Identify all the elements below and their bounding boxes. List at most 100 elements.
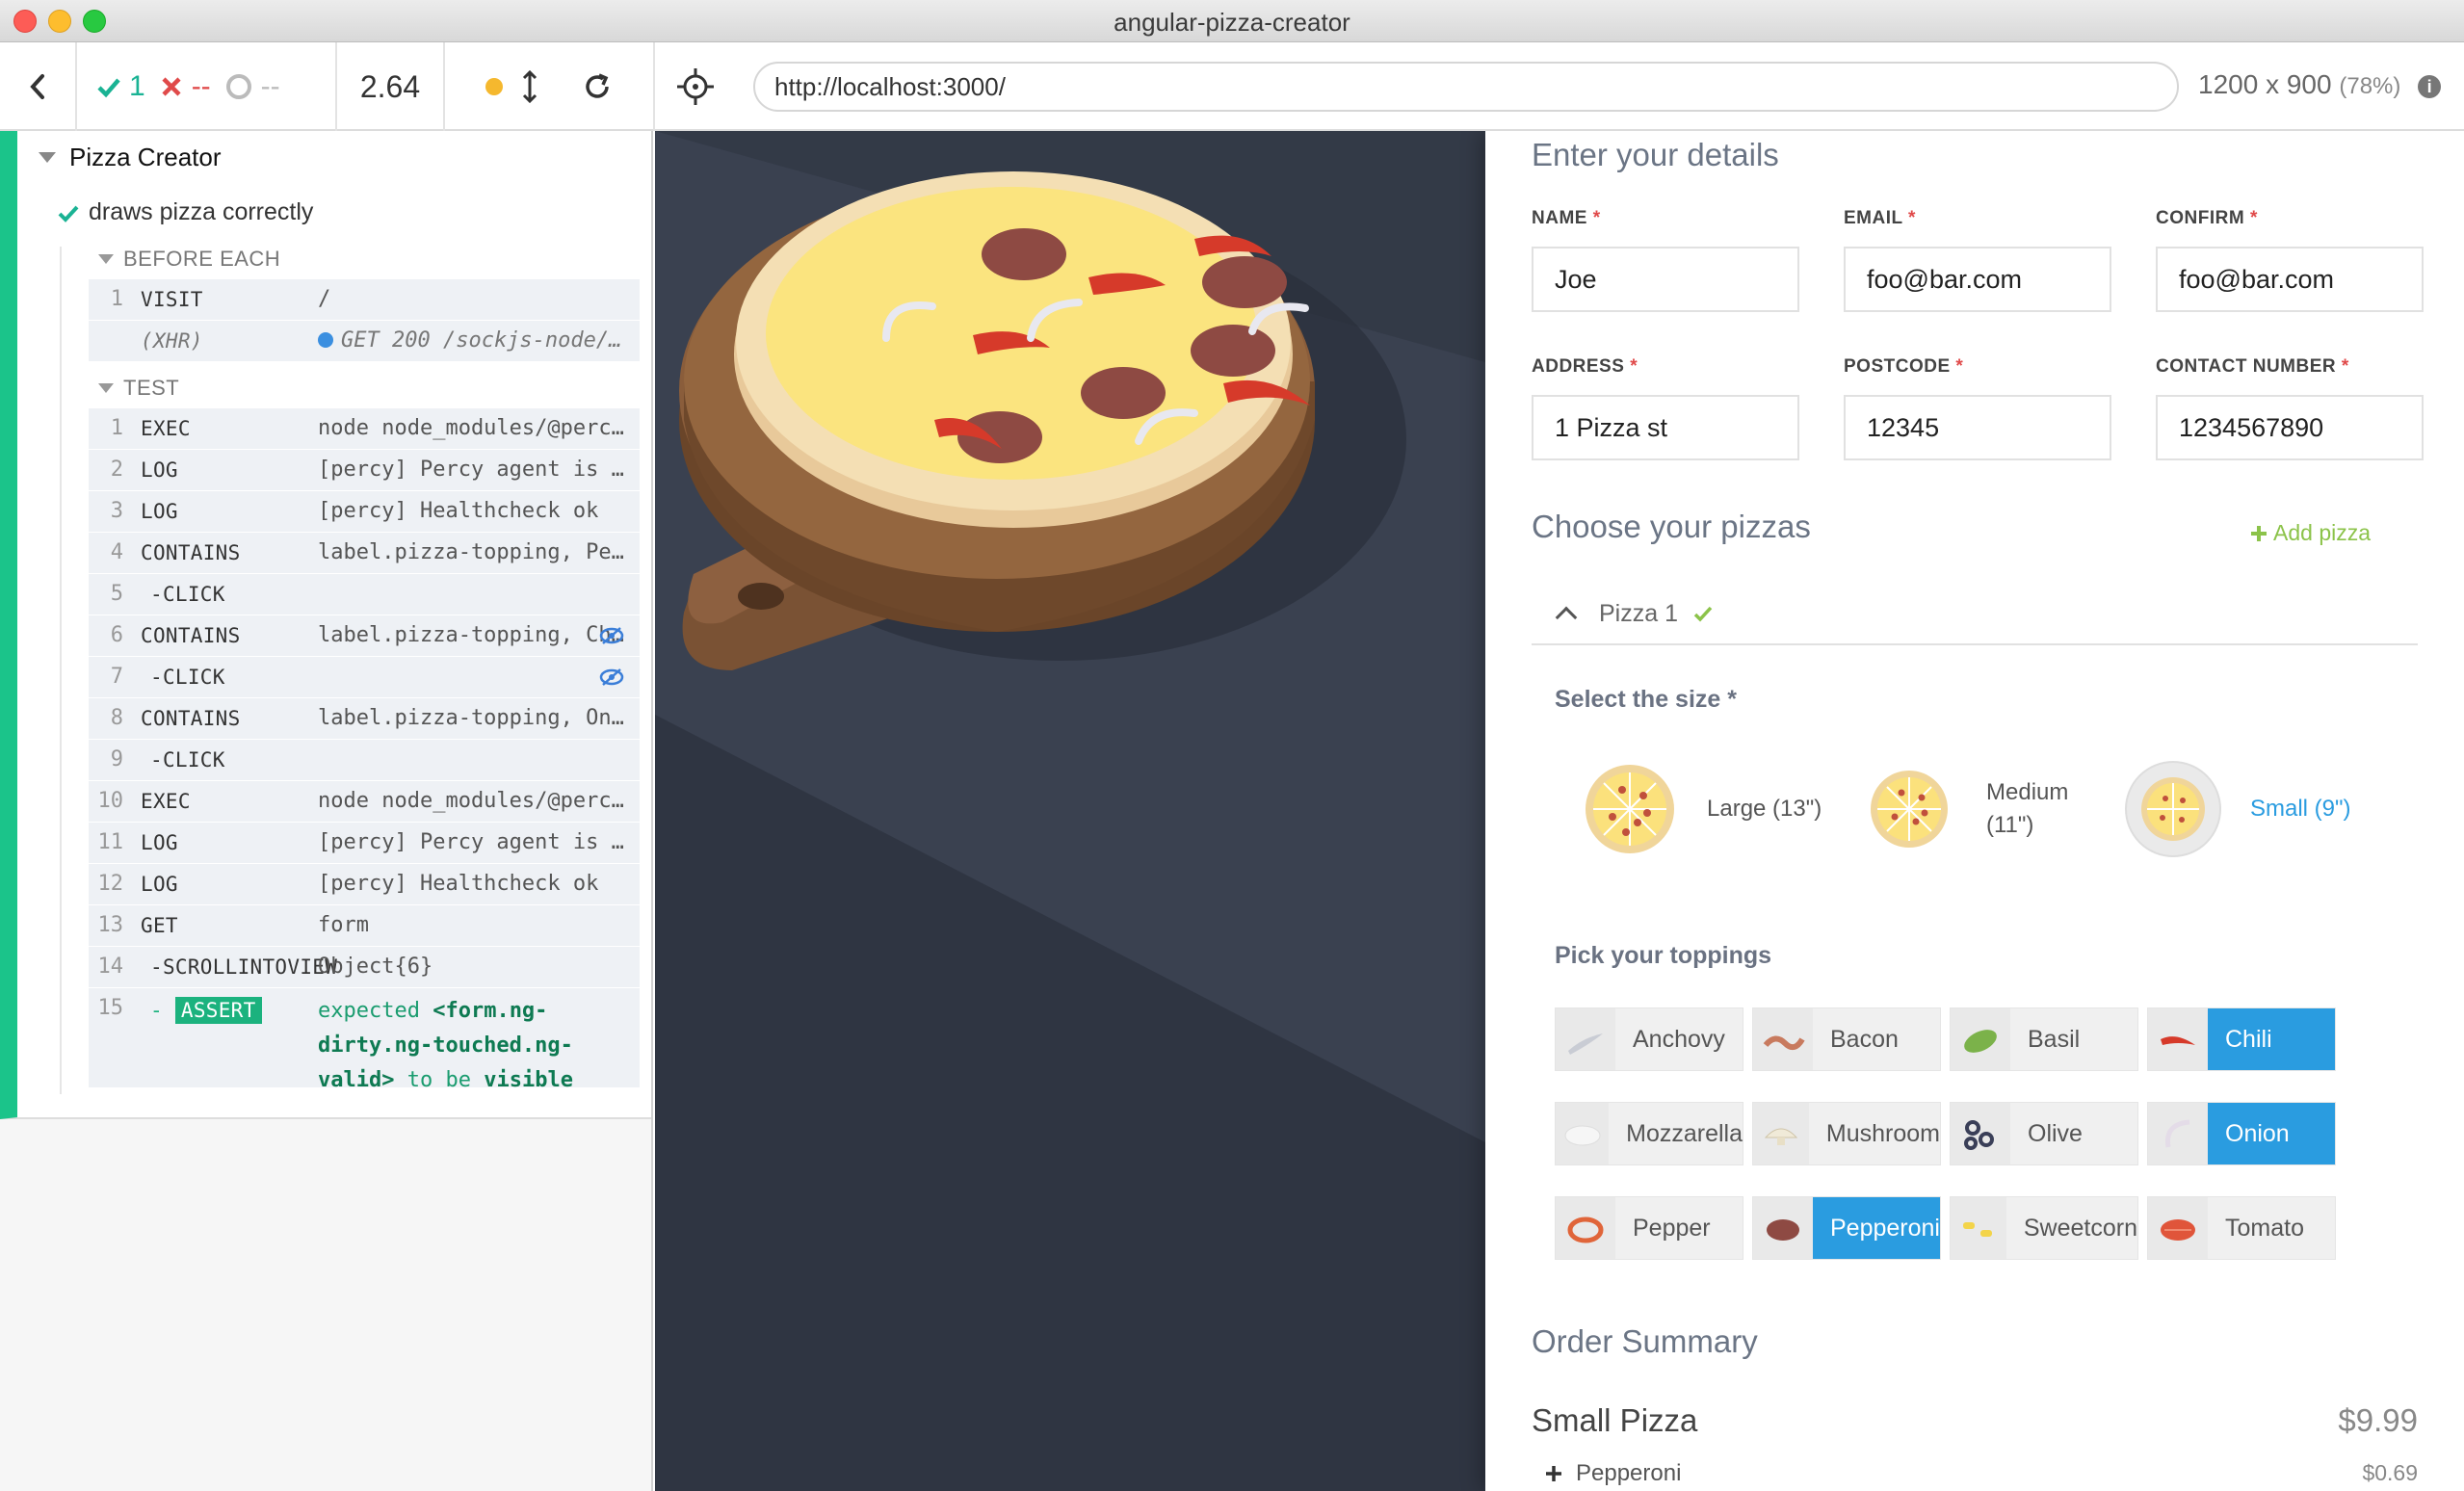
size-large[interactable]: Large (13"): [1582, 761, 1822, 857]
add-pizza-button[interactable]: Add pizza: [2250, 520, 2371, 546]
topping-anchovy[interactable]: Anchovy: [1555, 1007, 1743, 1071]
topping-mozzarella[interactable]: Mozzarella: [1555, 1102, 1743, 1165]
hook-test[interactable]: TEST: [98, 376, 179, 401]
eye-slash-icon[interactable]: [599, 668, 624, 686]
size-large-label: Large (13"): [1707, 796, 1822, 822]
assert-row[interactable]: 15- ASSERT expected <form.ng-dirty.ng-tou…: [89, 988, 640, 1092]
pizza-small-icon: [2125, 761, 2221, 857]
suite-block: Pizza Creator draws pizza correctly BEFO…: [0, 131, 651, 1119]
topping-olive[interactable]: Olive: [1950, 1102, 2138, 1165]
mozzarella-icon: [1556, 1103, 1610, 1164]
test-title[interactable]: draws pizza correctly: [58, 198, 313, 226]
pepperoni-icon: [1753, 1197, 1813, 1259]
back-button[interactable]: [0, 42, 77, 131]
anchovy-icon: [1556, 1008, 1615, 1070]
chevron-left-icon: [30, 74, 44, 99]
topping-mushroom[interactable]: Mushroom: [1752, 1102, 1941, 1165]
command-row[interactable]: 6 CONTAINS label.pizza-topping, Chili: [89, 615, 640, 657]
command-row[interactable]: 7 -CLICK: [89, 657, 640, 698]
duration: 2.64: [337, 42, 445, 131]
info-icon[interactable]: i: [2418, 74, 2442, 98]
chevron-up-icon: [1555, 606, 1578, 629]
command-log-panel: Pizza Creator draws pizza correctly BEFO…: [0, 131, 653, 1491]
summary-item: Small Pizza $9.99: [1532, 1402, 2418, 1438]
summary-heading: Order Summary: [1532, 1323, 1758, 1359]
size-small-selected[interactable]: Small (9"): [2125, 761, 2351, 857]
xhr-status-icon: [318, 332, 333, 348]
selector-playground-icon[interactable]: [674, 65, 717, 108]
postcode-field[interactable]: 12345: [1844, 395, 2111, 460]
command-row[interactable]: 12 LOG [percy] Healthcheck ok: [89, 864, 640, 905]
command-row[interactable]: 2LOG[percy] Percy agent is running: [89, 450, 640, 491]
check-icon: [58, 205, 79, 222]
topping-chili[interactable]: Chili: [2147, 1007, 2336, 1071]
chili-icon: [2148, 1008, 2208, 1070]
topping-tomato[interactable]: Tomato: [2147, 1196, 2336, 1260]
collapse-caret-icon: [98, 383, 114, 393]
suite-title[interactable]: Pizza Creator: [39, 143, 222, 172]
topping-onion[interactable]: Onion: [2147, 1102, 2336, 1165]
url-bar[interactable]: http://localhost:3000/: [753, 62, 2179, 112]
mushroom-icon: [1753, 1103, 1809, 1164]
command-row[interactable]: 1EXECnode node_modules/@percy/agent: [89, 408, 640, 450]
topping-pepper[interactable]: Pepper: [1555, 1196, 1743, 1260]
topping-sweetcorn[interactable]: Sweetcorn: [1950, 1196, 2138, 1260]
command-row[interactable]: 4CONTAINSlabel.pizza-topping, Pepperoni: [89, 533, 640, 574]
topping-basil[interactable]: Basil: [1950, 1007, 2138, 1071]
command-row[interactable]: 13 GET form: [89, 905, 640, 947]
size-small-label: Small (9"): [2250, 796, 2351, 822]
collapse-caret-icon: [98, 254, 114, 264]
confirm-email-field[interactable]: foo@bar.com: [2156, 247, 2424, 312]
check-icon: [97, 78, 120, 98]
test-commands: 1EXECnode node_modules/@percy/agent2LOG[…: [89, 408, 640, 1092]
check-icon: [1693, 606, 1713, 622]
address-field[interactable]: 1 Pizza st: [1532, 395, 1799, 460]
command-row[interactable]: 10EXECnode node_modules/@percy/agent: [89, 781, 640, 823]
size-medium-label: Medium (11"): [1986, 779, 2069, 838]
name-field[interactable]: Joe: [1532, 247, 1799, 312]
size-medium[interactable]: Medium (11"): [1861, 761, 2111, 857]
command-row[interactable]: 14 -SCROLLINTOVIEW Object{6}: [89, 947, 640, 988]
contact-number-field[interactable]: 1234567890: [2156, 395, 2424, 460]
contact-number-label: CONTACT NUMBER *: [2156, 356, 2349, 377]
email-field[interactable]: foo@bar.com: [1844, 247, 2111, 312]
command-row[interactable]: 5 -CLICK: [89, 574, 640, 615]
olive-icon: [1951, 1103, 2010, 1164]
toppings-heading: Pick your toppings: [1555, 942, 1772, 969]
pizza-tab[interactable]: Pizza 1: [1532, 584, 2418, 645]
failed-count: --: [159, 70, 211, 103]
passed-count: 1: [96, 70, 145, 103]
topping-bacon[interactable]: Bacon: [1752, 1007, 1941, 1071]
command-row[interactable]: 8 CONTAINS label.pizza-topping, Onion: [89, 698, 640, 740]
tomato-icon: [2148, 1197, 2208, 1259]
runner-toolbar: 1 -- -- 2.64 http://localhost:3000/ 1200…: [0, 42, 2464, 131]
viewport-info: 1200 x 900 (78%) i: [2198, 69, 2442, 100]
hook-before-each[interactable]: BEFORE EACH: [98, 247, 280, 272]
sweetcorn-icon: [1951, 1197, 2006, 1259]
assert-badge: ASSERT: [174, 997, 262, 1024]
pepper-icon: [1556, 1197, 1615, 1259]
command-row[interactable]: 9 -CLICK: [89, 740, 640, 781]
runner-controls: [445, 42, 655, 131]
command-row-xhr[interactable]: (XHR) GET 200 /sockjs-node/info?t=: [89, 321, 640, 362]
pizzas-heading: Choose your pizzas: [1532, 509, 1811, 544]
pending-count: --: [224, 70, 280, 103]
running-indicator-icon: [485, 78, 503, 95]
pizza-large-icon: [1582, 761, 1678, 857]
command-row[interactable]: 3 LOG [percy] Healthcheck ok: [89, 491, 640, 533]
plus-icon: [1546, 1466, 1561, 1481]
pizza-medium-icon: [1861, 761, 1957, 857]
pizza-canvas: [655, 131, 1485, 1491]
plus-icon: [2251, 525, 2267, 541]
x-icon: [162, 77, 181, 96]
window-titlebar: angular-pizza-creator: [0, 0, 2464, 42]
summary-topping: Pepperoni $0.69: [1532, 1460, 2418, 1487]
auto-scroll-icon[interactable]: [522, 70, 537, 103]
topping-pepperoni[interactable]: Pepperoni: [1752, 1196, 1941, 1260]
command-row[interactable]: 1 VISIT /: [89, 279, 640, 321]
command-row[interactable]: 11LOG[percy] Percy agent is running: [89, 823, 640, 864]
eye-slash-icon[interactable]: [599, 627, 624, 644]
bacon-icon: [1753, 1008, 1813, 1070]
pizza-form: Enter your details NAME * Joe EMAIL * fo…: [1485, 131, 2464, 1491]
reload-icon[interactable]: [582, 71, 613, 102]
